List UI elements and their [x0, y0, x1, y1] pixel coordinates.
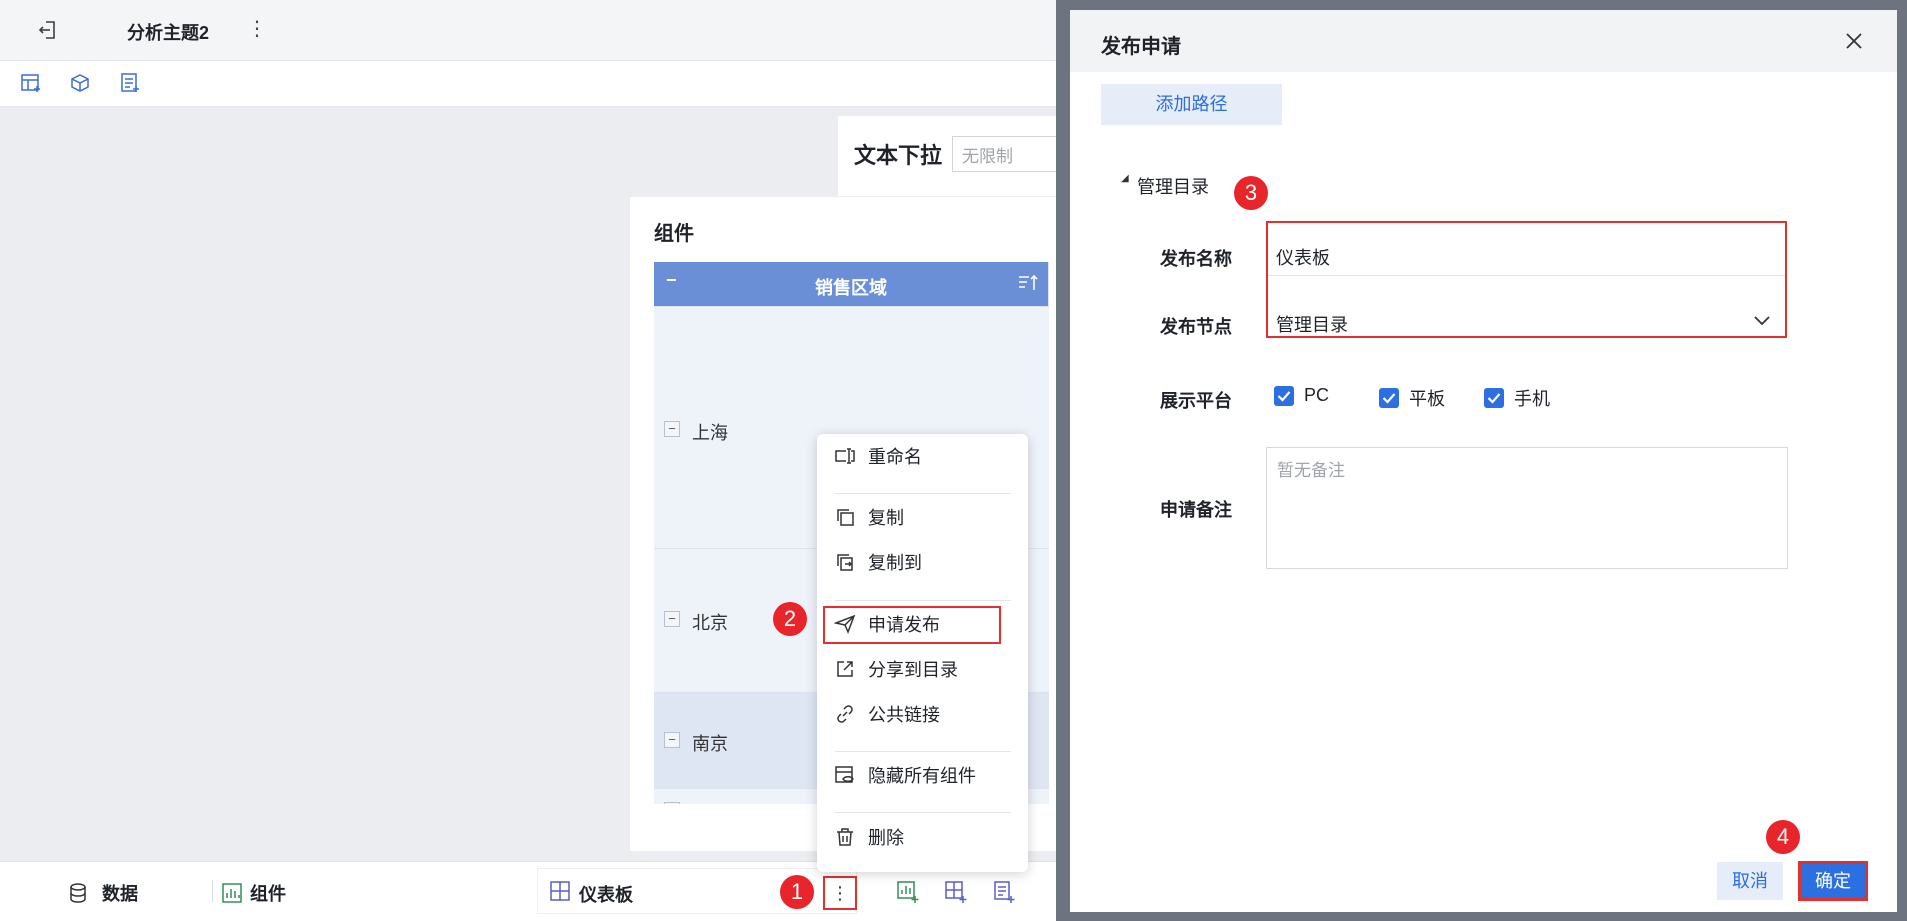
tab-data-label: 数据 [102, 884, 138, 904]
confirm-button[interactable]: 确定 [1798, 861, 1868, 901]
checkbox-checked-icon [1379, 388, 1399, 408]
callout-badge: 4 [1766, 820, 1800, 854]
collapse-icon[interactable]: − [664, 421, 680, 437]
collapse-all-icon[interactable]: − [666, 270, 677, 291]
menu-separator [835, 600, 1011, 601]
menu-item-share-to-directory[interactable]: 分享到目录 [817, 647, 1028, 691]
table-divider [1048, 262, 1056, 851]
tree-node-label[interactable]: 管理目录 [1137, 173, 1209, 199]
toolbar [0, 61, 1056, 107]
checkbox-label: PC [1304, 385, 1330, 405]
remark-textarea[interactable]: 暂无备注 [1266, 447, 1788, 569]
menu-item-label: 分享到目录 [868, 660, 958, 680]
publish-request-dialog: 发布申请 添加路径 ◢ 管理目录 发布名称 仪表板 发布节点 管理目录 3 展示… [1070, 10, 1897, 912]
divider [212, 880, 213, 902]
tab-dashboard-label: 仪表板 [579, 885, 633, 905]
checkbox-label: 手机 [1514, 389, 1550, 409]
add-dashboard-icon[interactable] [944, 880, 968, 904]
publish-name-label: 发布名称 [1160, 249, 1232, 269]
row-label: 上海 [692, 423, 728, 443]
add-cube-icon[interactable] [69, 72, 91, 94]
checkbox-label: 平板 [1409, 389, 1445, 409]
column-header: 销售区域 [815, 278, 887, 298]
tab-component-label: 组件 [250, 884, 286, 904]
callout-badge: 1 [780, 875, 814, 909]
more-icon[interactable]: ⋮ [247, 16, 267, 41]
collapse-icon[interactable]: − [664, 732, 680, 748]
row-label: 南京 [692, 734, 728, 754]
add-chart-icon[interactable] [20, 72, 42, 94]
callout-badge: 2 [773, 602, 807, 636]
menu-item-label: 公共链接 [868, 705, 940, 725]
checkbox-pc[interactable]: PC [1274, 385, 1329, 406]
copy-to-icon [832, 552, 858, 572]
checkbox-checked-icon [1274, 385, 1294, 406]
highlight-publish-fields [1266, 221, 1787, 338]
exit-icon[interactable] [36, 18, 60, 42]
collapse-icon[interactable]: − [664, 611, 680, 627]
add-text-icon[interactable] [119, 72, 141, 94]
chart-icon [222, 883, 242, 903]
menu-item-label: 删除 [868, 828, 904, 848]
add-report-icon[interactable] [992, 880, 1016, 904]
tab-data[interactable]: 数据 [68, 880, 138, 906]
checkbox-checked-icon [1484, 388, 1504, 408]
copy-icon [832, 507, 858, 527]
checkbox-mobile[interactable]: 手机 [1484, 385, 1550, 411]
hide-icon [832, 765, 858, 785]
menu-item-copy-to[interactable]: 复制到 [817, 540, 1028, 584]
menu-separator [835, 751, 1011, 752]
platform-label: 展示平台 [1160, 391, 1232, 411]
sort-icon[interactable] [1017, 272, 1039, 294]
row-label: 北京 [692, 613, 728, 633]
component-title: 组件 [654, 223, 694, 245]
close-icon[interactable] [1843, 30, 1865, 52]
database-icon [68, 882, 88, 904]
menu-item-delete[interactable]: 删除 [817, 815, 1028, 859]
callout-badge: 3 [1234, 176, 1268, 210]
menu-item-public-link[interactable]: 公共链接 [817, 692, 1028, 736]
rename-icon [832, 446, 858, 466]
menu-item-label: 重命名 [868, 447, 922, 467]
menu-item-label: 复制 [868, 508, 904, 528]
dropdown-label: 文本下拉 [854, 143, 943, 168]
dropdown-select[interactable]: 无限制 [952, 136, 1062, 172]
highlight-request-publish [823, 606, 1001, 644]
menu-item-hide-all-components[interactable]: 隐藏所有组件 [817, 753, 1028, 797]
trash-icon [832, 827, 858, 847]
add-chart-icon[interactable] [896, 880, 920, 904]
dashboard-icon [550, 881, 570, 901]
publish-node-label: 发布节点 [1160, 317, 1232, 337]
dialog-header: 发布申请 [1070, 10, 1897, 72]
analysis-title: 分析主题2 [127, 23, 210, 43]
dialog-title: 发布申请 [1101, 36, 1181, 58]
add-path-button[interactable]: 添加路径 [1101, 84, 1282, 125]
tab-component[interactable]: 组件 [222, 880, 286, 906]
link-icon [832, 704, 858, 724]
menu-separator [835, 493, 1011, 494]
table-header: − 销售区域 [654, 262, 1049, 306]
menu-item-label: 复制到 [868, 553, 922, 573]
text-dropdown-card: 文本下拉 无限制 [838, 116, 1062, 196]
menu-item-rename[interactable]: 重命名 [817, 434, 1028, 478]
remark-label: 申请备注 [1160, 500, 1232, 520]
cancel-button[interactable]: 取消 [1717, 862, 1783, 900]
context-menu: 重命名 复制 复制到 申请发布 分享到目录 公共链接 隐藏所有组件 删除 [817, 434, 1028, 872]
share-icon [832, 659, 858, 679]
checkbox-tablet[interactable]: 平板 [1379, 385, 1445, 411]
menu-separator [835, 812, 1011, 813]
menu-item-copy[interactable]: 复制 [817, 495, 1028, 539]
menu-item-label: 隐藏所有组件 [868, 766, 976, 786]
top-bar: 分析主题2 ⋮ [0, 0, 1056, 61]
dashboard-more-button[interactable]: ⋮ [823, 876, 857, 910]
caret-down-icon[interactable]: ◢ [1121, 173, 1129, 184]
